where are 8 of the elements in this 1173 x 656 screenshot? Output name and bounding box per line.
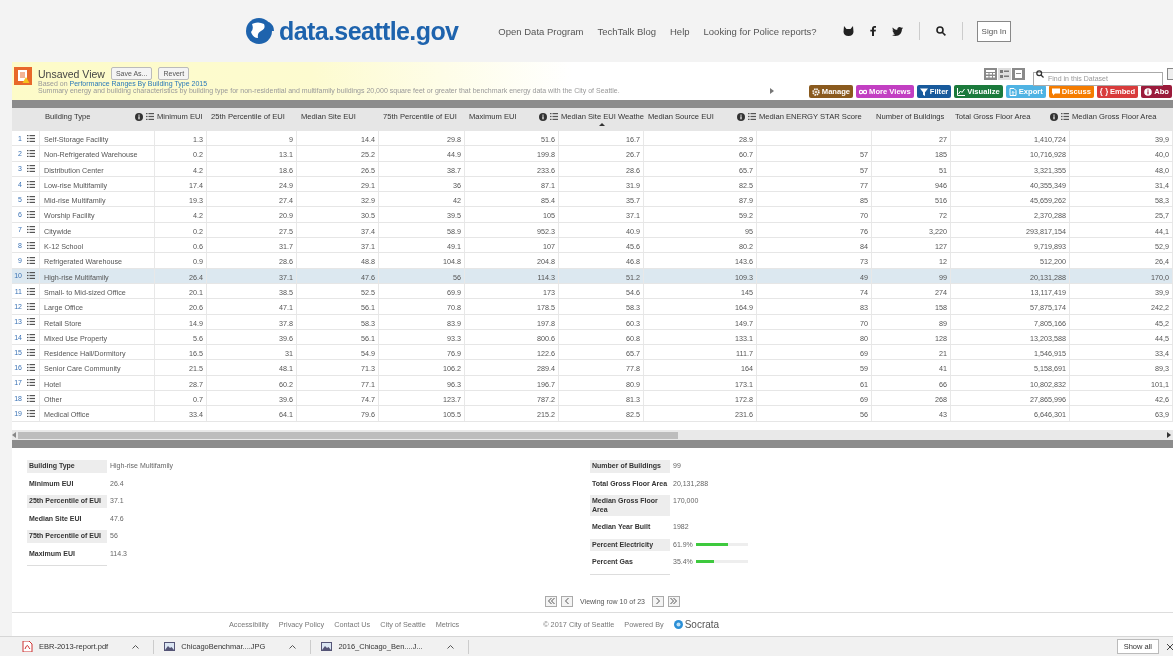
nav-link[interactable]: Help: [670, 25, 690, 37]
nav-link[interactable]: TechTalk Blog: [597, 25, 656, 37]
view-title: Unsaved View: [38, 67, 105, 80]
brand-name[interactable]: Socrata: [684, 619, 720, 630]
nav-link[interactable]: Open Data Program: [498, 25, 584, 37]
nav-link[interactable]: Looking for Police reports?: [703, 25, 817, 37]
sign-in-button[interactable]: Sign In: [976, 20, 1012, 42]
site-logo-text[interactable]: data.seattle.gov: [279, 16, 459, 46]
